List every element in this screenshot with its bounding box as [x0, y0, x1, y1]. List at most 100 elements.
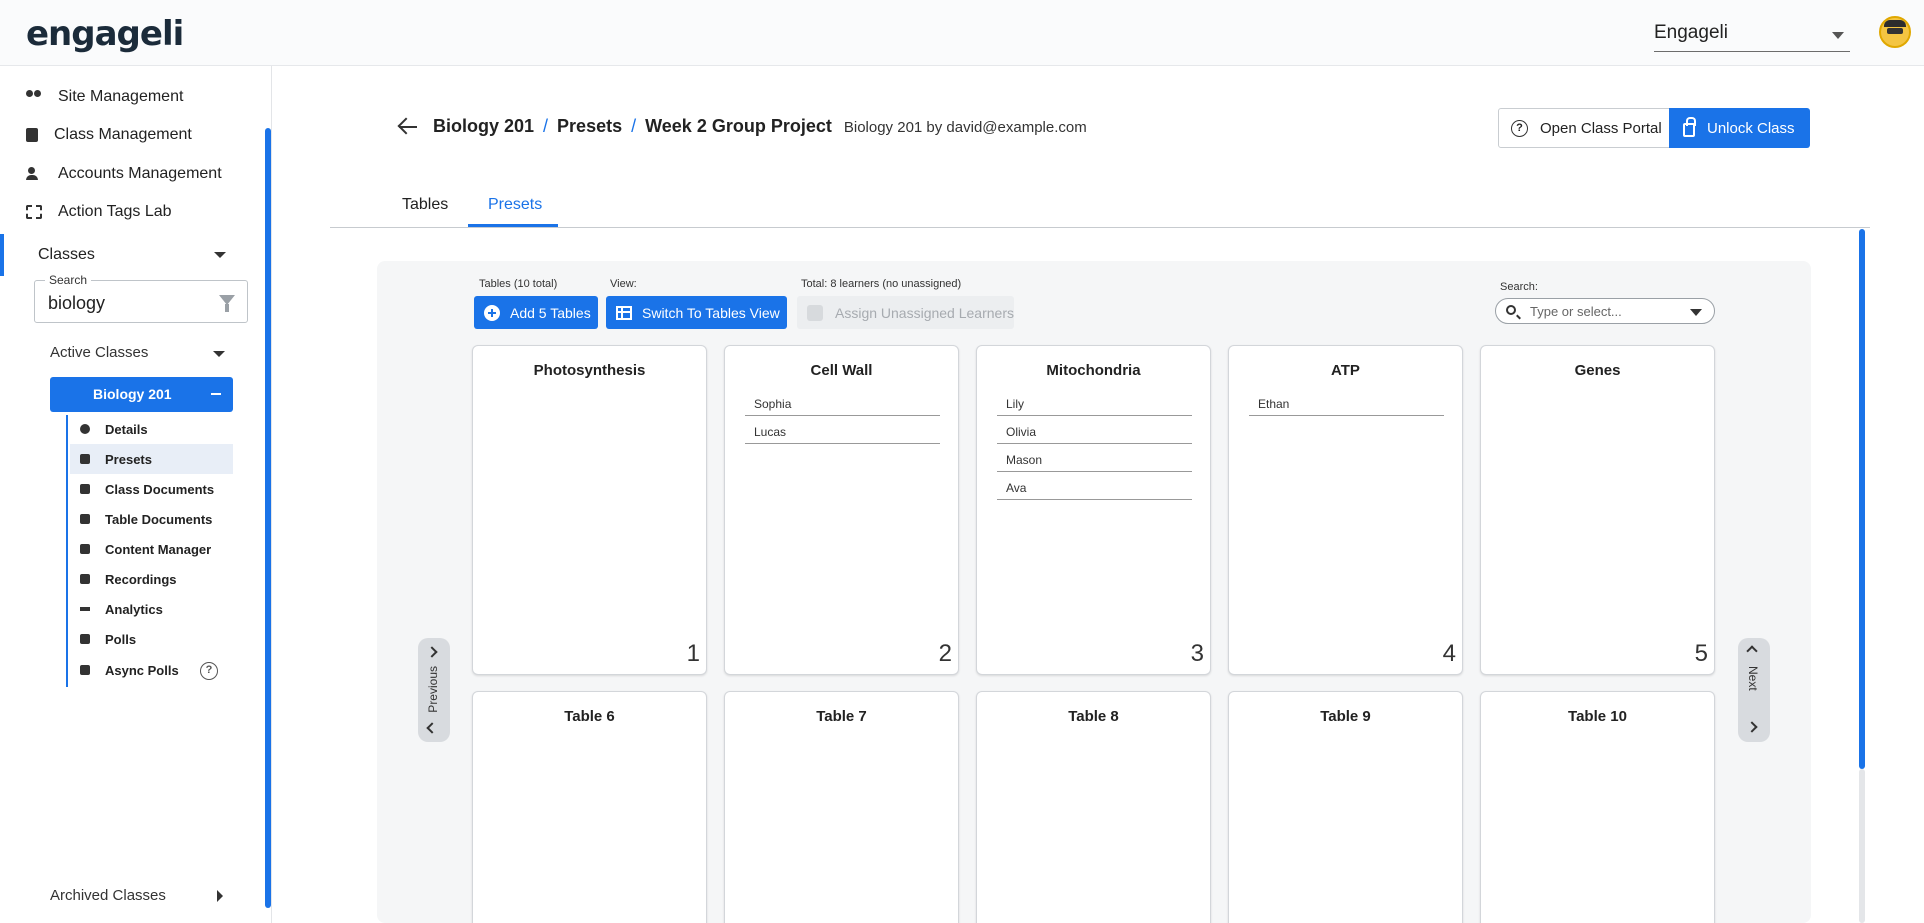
table-card[interactable]: Table 7	[724, 691, 959, 923]
sub-item-label: Recordings	[105, 571, 177, 587]
table-card[interactable]: Mitochondria Lily Olivia Mason Ava 3	[976, 345, 1211, 675]
learner-item[interactable]: Ethan	[1249, 388, 1444, 416]
sub-item-label: Presets	[105, 451, 152, 467]
org-select-value: Engageli	[1654, 22, 1728, 43]
open-class-portal-button[interactable]: ? Open Class Portal	[1498, 108, 1670, 148]
sub-item-class-documents[interactable]: Class Documents	[70, 474, 233, 504]
poll-icon	[80, 665, 90, 675]
tags-icon	[26, 205, 42, 219]
table-card[interactable]: Genes 5	[1480, 345, 1715, 675]
chevron-down-icon	[213, 351, 225, 357]
sub-item-label: Polls	[105, 631, 137, 647]
learner-item[interactable]: Mason	[997, 444, 1192, 472]
table-card[interactable]: Photosynthesis 1	[472, 345, 707, 675]
table-name[interactable]: Table 9	[1229, 708, 1462, 725]
crumb-separator: /	[631, 116, 637, 136]
help-circle-icon: ?	[1511, 119, 1528, 137]
engageli-logo[interactable]: engageli	[26, 14, 184, 54]
classes-label: Classes	[38, 246, 95, 263]
archived-classes-toggle[interactable]: Archived Classes	[50, 887, 166, 904]
table-card[interactable]: ATP Ethan 4	[1228, 345, 1463, 675]
class-item-biology-201[interactable]: Biology 201	[50, 377, 233, 412]
nav-label: Action Tags Lab	[58, 203, 172, 220]
nav-class-management[interactable]: Class Management	[26, 121, 192, 149]
crumb-class[interactable]: Biology 201	[433, 116, 534, 137]
learner-search[interactable]	[1495, 298, 1715, 324]
table-name[interactable]: Photosynthesis	[473, 362, 706, 379]
avatar[interactable]	[1879, 16, 1911, 48]
button-label: Switch To Tables View	[642, 304, 780, 321]
sub-item-table-documents[interactable]: Table Documents	[70, 504, 233, 534]
help-icon[interactable]: ?	[200, 662, 218, 680]
back-arrow-icon[interactable]	[397, 116, 419, 138]
unlock-class-button[interactable]: Unlock Class	[1669, 108, 1810, 148]
sub-item-details[interactable]: Details	[70, 414, 233, 444]
view-label: View:	[610, 278, 637, 290]
main-scrollbar-track[interactable]	[1859, 769, 1865, 923]
table-view-icon	[616, 305, 632, 320]
switch-to-tables-view-button[interactable]: Switch To Tables View	[606, 296, 787, 329]
learner-item[interactable]: Sophia	[745, 388, 940, 416]
learner-item[interactable]: Lucas	[745, 416, 940, 444]
nav-label: Class Management	[54, 126, 192, 143]
sub-item-polls[interactable]: Polls	[70, 624, 233, 654]
table-name[interactable]: Cell Wall	[725, 362, 958, 379]
table-name[interactable]: Table 6	[473, 708, 706, 725]
assign-unassigned-learners-button[interactable]: Assign Unassigned Learners	[797, 296, 1014, 329]
learner-search-input[interactable]	[1530, 302, 1680, 320]
learner-item[interactable]: Ava	[997, 472, 1192, 500]
tab-presets[interactable]: Presets	[488, 196, 542, 214]
sub-item-label: Details	[105, 421, 148, 437]
search-value: biology	[48, 293, 106, 313]
next-page-button[interactable]: Next	[1738, 638, 1770, 742]
chevron-right-icon	[1746, 645, 1758, 657]
sub-item-recordings[interactable]: Recordings	[70, 564, 233, 594]
main-scrollbar-thumb[interactable]	[1859, 229, 1865, 769]
table-name[interactable]: Mitochondria	[977, 362, 1210, 379]
table-icon	[80, 454, 90, 464]
nav-action-tags-lab[interactable]: Action Tags Lab	[26, 198, 172, 226]
table-card[interactable]: Table 10	[1480, 691, 1715, 923]
documents-icon	[80, 484, 90, 494]
breadcrumb: Biology 201 / Presets / Week 2 Group Pro…	[433, 116, 1087, 137]
sub-item-analytics[interactable]: Analytics	[70, 594, 233, 624]
filter-icon[interactable]	[219, 295, 235, 312]
active-classes-toggle[interactable]: Active Classes	[50, 344, 148, 361]
chevron-down-icon[interactable]	[1690, 309, 1702, 316]
sub-item-presets[interactable]: Presets	[70, 444, 233, 474]
collapse-icon[interactable]	[211, 393, 221, 395]
poll-icon	[80, 634, 90, 644]
table-name[interactable]: ATP	[1229, 362, 1462, 379]
class-search-input[interactable]: Search biology	[34, 273, 248, 323]
chevron-down-icon	[214, 252, 226, 258]
add-5-tables-button[interactable]: Add 5 Tables	[474, 296, 598, 329]
table-card[interactable]: Table 8	[976, 691, 1211, 923]
table-card[interactable]: Table 6	[472, 691, 707, 923]
chevron-right-icon	[1746, 721, 1758, 733]
button-label: Open Class Portal	[1540, 119, 1662, 137]
next-label: Next	[1746, 666, 1760, 691]
button-label: Add 5 Tables	[510, 304, 591, 321]
table-name[interactable]: Table 7	[725, 708, 958, 725]
sidebar-scrollbar[interactable]	[265, 128, 271, 908]
org-select[interactable]: Engageli	[1654, 18, 1850, 52]
table-number: 2	[938, 640, 952, 667]
nav-label: Accounts Management	[58, 165, 222, 182]
table-name[interactable]: Table 8	[977, 708, 1210, 725]
crumb-presets[interactable]: Presets	[557, 116, 622, 137]
classes-section[interactable]: Classes	[0, 234, 265, 276]
button-label: Assign Unassigned Learners	[835, 304, 1014, 321]
previous-page-button[interactable]: Previous	[418, 638, 450, 742]
learner-item[interactable]: Lily	[997, 388, 1192, 416]
table-name[interactable]: Table 10	[1481, 708, 1714, 725]
tab-tables[interactable]: Tables	[402, 196, 448, 214]
lock-icon	[1683, 117, 1696, 137]
table-name[interactable]: Genes	[1481, 362, 1714, 379]
sub-item-label: Analytics	[105, 601, 163, 617]
sub-item-content-manager[interactable]: Content Manager	[70, 534, 233, 564]
nav-accounts-management[interactable]: Accounts Management	[26, 160, 222, 188]
learner-item[interactable]: Olivia	[997, 416, 1192, 444]
table-card[interactable]: Cell Wall Sophia Lucas 2	[724, 345, 959, 675]
table-card[interactable]: Table 9	[1228, 691, 1463, 923]
nav-site-management[interactable]: Site Management	[26, 83, 183, 111]
